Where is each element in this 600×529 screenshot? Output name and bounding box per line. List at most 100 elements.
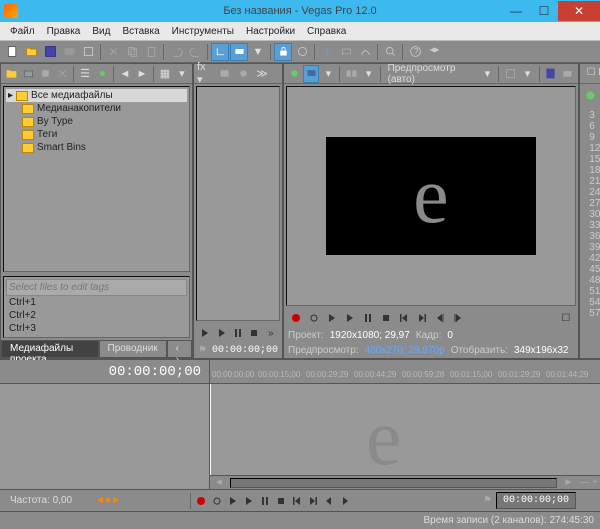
render-icon[interactable] xyxy=(60,43,78,61)
get-media-icon[interactable] xyxy=(37,65,53,83)
remove-icon[interactable] xyxy=(54,65,70,83)
pause-icon[interactable] xyxy=(231,325,245,341)
play-start-icon[interactable] xyxy=(225,493,241,509)
copy-icon[interactable] xyxy=(123,43,141,61)
tree-item[interactable]: By Type xyxy=(6,115,187,128)
crossfade-icon[interactable]: ▼ xyxy=(249,43,267,61)
minimize-button[interactable]: — xyxy=(502,1,530,21)
play-icon[interactable] xyxy=(241,493,257,509)
timeline-timecode-2[interactable]: 00:00:00;00 xyxy=(496,492,576,509)
timeline-ruler[interactable]: 00:00:00;00 00:00:15;00 00:00:29;29 00:0… xyxy=(210,360,600,384)
dropdown-icon[interactable]: ▾ xyxy=(519,65,535,83)
prev-frame-icon[interactable] xyxy=(321,493,337,509)
ignore-grouping-icon[interactable] xyxy=(293,43,311,61)
master-fx-icon[interactable] xyxy=(582,86,599,104)
import-icon[interactable] xyxy=(3,65,19,83)
media-props-icon[interactable]: ☰ xyxy=(77,65,93,83)
menu-view[interactable]: Вид xyxy=(86,24,116,39)
preview-fx-icon[interactable] xyxy=(286,65,302,83)
timeline-scrollbar[interactable]: ◄ ► — + xyxy=(210,475,600,489)
stop-icon[interactable] xyxy=(378,310,394,326)
external-monitor-icon[interactable] xyxy=(303,65,319,83)
play-icon[interactable] xyxy=(214,325,228,341)
pause-icon[interactable] xyxy=(257,493,273,509)
new-icon[interactable] xyxy=(3,43,21,61)
pause-icon[interactable] xyxy=(360,310,376,326)
prev-icon[interactable]: ◄ xyxy=(117,65,133,83)
cut-icon[interactable] xyxy=(104,43,122,61)
maximize-button[interactable]: ☐ xyxy=(530,1,558,21)
record-icon[interactable] xyxy=(193,493,209,509)
next-frame-icon[interactable] xyxy=(337,493,353,509)
menu-insert[interactable]: Вставка xyxy=(116,24,165,39)
play-icon[interactable] xyxy=(198,325,212,341)
stop-icon[interactable] xyxy=(273,493,289,509)
snap-icon[interactable] xyxy=(211,43,229,61)
snapshot-icon[interactable] xyxy=(543,65,559,83)
timeline-canvas[interactable]: e xyxy=(210,384,600,475)
selection-tool-icon[interactable] xyxy=(337,43,355,61)
track-list[interactable] xyxy=(0,384,209,489)
overlay-icon[interactable] xyxy=(502,65,518,83)
show-video-icon[interactable] xyxy=(215,65,233,83)
undo-icon[interactable] xyxy=(167,43,185,61)
tab-project-media[interactable]: Медиафайлы проекта xyxy=(1,340,99,358)
record-icon[interactable] xyxy=(288,310,304,326)
copy-snapshot-icon[interactable] xyxy=(560,65,576,83)
envelope-tool-icon[interactable] xyxy=(356,43,374,61)
paste-icon[interactable] xyxy=(142,43,160,61)
views-icon[interactable]: ▦ xyxy=(157,65,173,83)
stop-icon[interactable] xyxy=(247,325,261,341)
playhead[interactable] xyxy=(210,384,211,475)
loop-icon[interactable] xyxy=(306,310,322,326)
go-end-icon[interactable] xyxy=(414,310,430,326)
menu-tools[interactable]: Инструменты xyxy=(166,24,240,39)
menu-edit[interactable]: Правка xyxy=(41,24,87,39)
play-start-icon[interactable] xyxy=(324,310,340,326)
views-expand-icon[interactable]: ▾ xyxy=(174,65,190,83)
next-frame-icon[interactable] xyxy=(450,310,466,326)
tree-item[interactable]: Теги xyxy=(6,128,187,141)
tab-explorer[interactable]: Проводник xyxy=(99,340,167,358)
edit-tool-icon[interactable] xyxy=(318,43,336,61)
save-icon[interactable] xyxy=(41,43,59,61)
properties-icon[interactable] xyxy=(79,43,97,61)
dropdown-icon[interactable]: ▾ xyxy=(479,65,495,83)
go-end-icon[interactable] xyxy=(305,493,321,509)
lock-icon[interactable] xyxy=(274,43,292,61)
open-icon[interactable] xyxy=(22,43,40,61)
menu-help[interactable]: Справка xyxy=(301,24,352,39)
dropdown-icon[interactable]: ▾ xyxy=(361,65,377,83)
tree-item[interactable]: Медианакопители xyxy=(6,102,187,115)
more-icon[interactable]: ≫ xyxy=(253,65,271,83)
menu-settings[interactable]: Настройки xyxy=(240,24,301,39)
scrub-control[interactable]: ◄●► xyxy=(95,495,121,506)
zoom-tool-icon[interactable] xyxy=(381,43,399,61)
help-icon[interactable]: ? xyxy=(406,43,424,61)
play-icon[interactable] xyxy=(342,310,358,326)
tree-item[interactable]: Smart Bins xyxy=(6,141,187,154)
close-panel-icon[interactable]: ☐ xyxy=(558,310,574,326)
media-fx-icon[interactable] xyxy=(94,65,110,83)
tab-more[interactable]: ‹ › xyxy=(167,340,192,358)
timeline-timecode[interactable]: 00:00:00;00 xyxy=(0,360,209,384)
tutor-icon[interactable] xyxy=(425,43,443,61)
auto-ripple-icon[interactable] xyxy=(230,43,248,61)
preview-mode-label[interactable]: Предпросмотр (авто) xyxy=(384,63,479,85)
fx-icon[interactable]: fx ▾ xyxy=(196,65,214,83)
go-start-icon[interactable] xyxy=(289,493,305,509)
redo-icon[interactable] xyxy=(186,43,204,61)
next-icon[interactable]: ► xyxy=(134,65,150,83)
prev-frame-icon[interactable] xyxy=(432,310,448,326)
menu-file[interactable]: Файл xyxy=(4,24,41,39)
go-start-icon[interactable] xyxy=(396,310,412,326)
dropdown-icon[interactable]: ▾ xyxy=(320,65,336,83)
split-screen-icon[interactable] xyxy=(343,65,359,83)
save-marker-icon[interactable] xyxy=(234,65,252,83)
capture-icon[interactable] xyxy=(20,65,36,83)
media-tree[interactable]: ▸Все медиафайлы Медианакопители By Type … xyxy=(3,86,190,272)
loop-icon[interactable] xyxy=(209,493,225,509)
more-icon[interactable]: » xyxy=(264,325,278,341)
close-button[interactable]: ✕ xyxy=(558,1,600,21)
tree-root[interactable]: ▸Все медиафайлы xyxy=(6,89,187,102)
